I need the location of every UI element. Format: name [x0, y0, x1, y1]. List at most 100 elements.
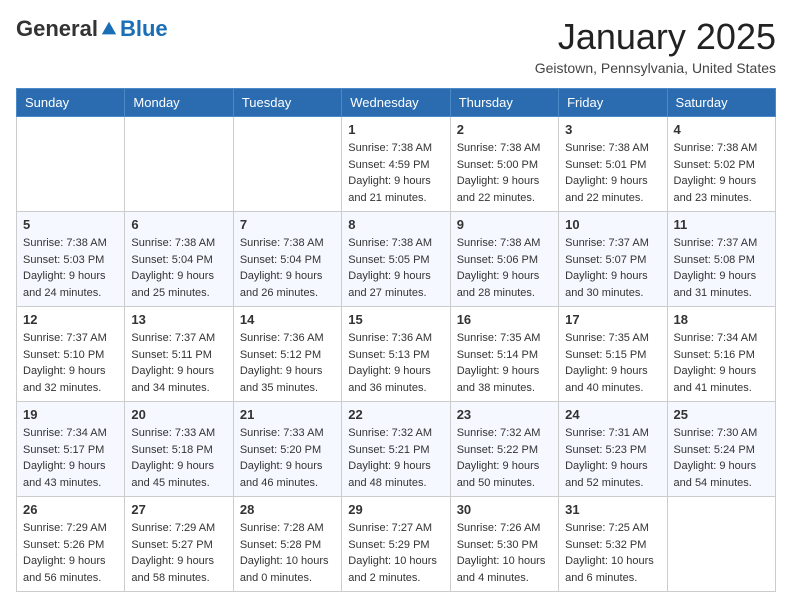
day-info: Sunrise: 7:38 AM Sunset: 5:03 PM Dayligh… [23, 235, 118, 301]
day-info: Sunrise: 7:38 AM Sunset: 4:59 PM Dayligh… [348, 140, 443, 206]
calendar-cell: 23 Sunrise: 7:32 AM Sunset: 5:22 PM Dayli… [450, 402, 558, 497]
day-info: Sunrise: 7:32 AM Sunset: 5:22 PM Dayligh… [457, 425, 552, 491]
day-number: 29 [348, 502, 443, 517]
day-number: 1 [348, 122, 443, 137]
calendar-cell: 21 Sunrise: 7:33 AM Sunset: 5:20 PM Dayli… [233, 402, 341, 497]
calendar-cell: 13 Sunrise: 7:37 AM Sunset: 5:11 PM Dayli… [125, 307, 233, 402]
weekday-header-wednesday: Wednesday [342, 89, 450, 117]
calendar-cell: 27Sunrise: 7:29 AM Sunset: 5:27 PM Dayli… [125, 497, 233, 592]
day-info: Sunrise: 7:36 AM Sunset: 5:12 PM Dayligh… [240, 330, 335, 396]
calendar-cell: 10 Sunrise: 7:37 AM Sunset: 5:07 PM Dayli… [559, 212, 667, 307]
calendar-cell: 29 Sunrise: 7:27 AM Sunset: 5:29 PM Dayli… [342, 497, 450, 592]
calendar-cell [125, 117, 233, 212]
logo-icon [100, 20, 118, 38]
day-info: Sunrise: 7:35 AM Sunset: 5:14 PM Dayligh… [457, 330, 552, 396]
day-info: Sunrise: 7:37 AM Sunset: 5:11 PM Dayligh… [131, 330, 226, 396]
day-info: Sunrise: 7:31 AM Sunset: 5:23 PM Dayligh… [565, 425, 660, 491]
calendar-cell: 17Sunrise: 7:35 AM Sunset: 5:15 PM Dayli… [559, 307, 667, 402]
calendar-cell: 11 Sunrise: 7:37 AM Sunset: 5:08 PM Dayli… [667, 212, 775, 307]
calendar-cell [667, 497, 775, 592]
day-number: 26 [23, 502, 118, 517]
day-number: 31 [565, 502, 660, 517]
day-number: 19 [23, 407, 118, 422]
day-info: Sunrise: 7:28 AM Sunset: 5:28 PM Dayligh… [240, 520, 335, 586]
day-number: 25 [674, 407, 769, 422]
day-info: Sunrise: 7:37 AM Sunset: 5:08 PM Dayligh… [674, 235, 769, 301]
day-info: Sunrise: 7:29 AM Sunset: 5:26 PM Dayligh… [23, 520, 118, 586]
calendar-week-row: 19 Sunrise: 7:34 AM Sunset: 5:17 PM Dayli… [17, 402, 776, 497]
day-info: Sunrise: 7:25 AM Sunset: 5:32 PM Dayligh… [565, 520, 660, 586]
day-info: Sunrise: 7:30 AM Sunset: 5:24 PM Dayligh… [674, 425, 769, 491]
day-number: 17 [565, 312, 660, 327]
calendar-cell: 9 Sunrise: 7:38 AM Sunset: 5:06 PM Daylig… [450, 212, 558, 307]
calendar-cell: 19 Sunrise: 7:34 AM Sunset: 5:17 PM Dayli… [17, 402, 125, 497]
calendar-cell: 7 Sunrise: 7:38 AM Sunset: 5:04 PM Daylig… [233, 212, 341, 307]
day-info: Sunrise: 7:38 AM Sunset: 5:04 PM Dayligh… [240, 235, 335, 301]
day-number: 22 [348, 407, 443, 422]
day-number: 7 [240, 217, 335, 232]
weekday-header-row: SundayMondayTuesdayWednesdayThursdayFrid… [17, 89, 776, 117]
day-number: 30 [457, 502, 552, 517]
day-info: Sunrise: 7:33 AM Sunset: 5:20 PM Dayligh… [240, 425, 335, 491]
location-title: Geistown, Pennsylvania, United States [535, 60, 776, 76]
calendar-cell: 5Sunrise: 7:38 AM Sunset: 5:03 PM Daylig… [17, 212, 125, 307]
calendar-cell: 31 Sunrise: 7:25 AM Sunset: 5:32 PM Dayli… [559, 497, 667, 592]
weekday-header-friday: Friday [559, 89, 667, 117]
weekday-header-monday: Monday [125, 89, 233, 117]
calendar-week-row: 5Sunrise: 7:38 AM Sunset: 5:03 PM Daylig… [17, 212, 776, 307]
title-block: January 2025 Geistown, Pennsylvania, Uni… [535, 16, 776, 76]
calendar-cell: 12 Sunrise: 7:37 AM Sunset: 5:10 PM Dayli… [17, 307, 125, 402]
calendar-cell: 3Sunrise: 7:38 AM Sunset: 5:01 PM Daylig… [559, 117, 667, 212]
calendar-cell: 28 Sunrise: 7:28 AM Sunset: 5:28 PM Dayli… [233, 497, 341, 592]
calendar-cell: 6Sunrise: 7:38 AM Sunset: 5:04 PM Daylig… [125, 212, 233, 307]
day-info: Sunrise: 7:27 AM Sunset: 5:29 PM Dayligh… [348, 520, 443, 586]
day-info: Sunrise: 7:29 AM Sunset: 5:27 PM Dayligh… [131, 520, 226, 586]
logo-text: General Blue [16, 16, 168, 42]
day-number: 15 [348, 312, 443, 327]
day-info: Sunrise: 7:38 AM Sunset: 5:05 PM Dayligh… [348, 235, 443, 301]
calendar-cell: 8Sunrise: 7:38 AM Sunset: 5:05 PM Daylig… [342, 212, 450, 307]
calendar-cell: 30 Sunrise: 7:26 AM Sunset: 5:30 PM Dayli… [450, 497, 558, 592]
calendar-cell: 1 Sunrise: 7:38 AM Sunset: 4:59 PM Daylig… [342, 117, 450, 212]
day-number: 23 [457, 407, 552, 422]
calendar-cell [233, 117, 341, 212]
calendar-cell: 22 Sunrise: 7:32 AM Sunset: 5:21 PM Dayli… [342, 402, 450, 497]
day-info: Sunrise: 7:33 AM Sunset: 5:18 PM Dayligh… [131, 425, 226, 491]
day-number: 14 [240, 312, 335, 327]
calendar-cell: 15 Sunrise: 7:36 AM Sunset: 5:13 PM Dayli… [342, 307, 450, 402]
day-number: 10 [565, 217, 660, 232]
weekday-header-sunday: Sunday [17, 89, 125, 117]
day-info: Sunrise: 7:38 AM Sunset: 5:00 PM Dayligh… [457, 140, 552, 206]
day-number: 24 [565, 407, 660, 422]
day-number: 20 [131, 407, 226, 422]
day-info: Sunrise: 7:34 AM Sunset: 5:17 PM Dayligh… [23, 425, 118, 491]
day-number: 21 [240, 407, 335, 422]
day-info: Sunrise: 7:26 AM Sunset: 5:30 PM Dayligh… [457, 520, 552, 586]
day-number: 9 [457, 217, 552, 232]
day-number: 28 [240, 502, 335, 517]
day-info: Sunrise: 7:37 AM Sunset: 5:07 PM Dayligh… [565, 235, 660, 301]
day-number: 11 [674, 217, 769, 232]
day-number: 4 [674, 122, 769, 137]
calendar-cell: 25 Sunrise: 7:30 AM Sunset: 5:24 PM Dayli… [667, 402, 775, 497]
day-info: Sunrise: 7:38 AM Sunset: 5:06 PM Dayligh… [457, 235, 552, 301]
calendar-week-row: 26 Sunrise: 7:29 AM Sunset: 5:26 PM Dayli… [17, 497, 776, 592]
day-info: Sunrise: 7:32 AM Sunset: 5:21 PM Dayligh… [348, 425, 443, 491]
day-info: Sunrise: 7:38 AM Sunset: 5:02 PM Dayligh… [674, 140, 769, 206]
calendar-week-row: 1 Sunrise: 7:38 AM Sunset: 4:59 PM Daylig… [17, 117, 776, 212]
calendar-cell: 14 Sunrise: 7:36 AM Sunset: 5:12 PM Dayli… [233, 307, 341, 402]
calendar-cell: 20 Sunrise: 7:33 AM Sunset: 5:18 PM Dayli… [125, 402, 233, 497]
day-number: 13 [131, 312, 226, 327]
calendar-cell: 26 Sunrise: 7:29 AM Sunset: 5:26 PM Dayli… [17, 497, 125, 592]
calendar-cell [17, 117, 125, 212]
day-info: Sunrise: 7:37 AM Sunset: 5:10 PM Dayligh… [23, 330, 118, 396]
day-info: Sunrise: 7:38 AM Sunset: 5:01 PM Dayligh… [565, 140, 660, 206]
calendar-cell: 2Sunrise: 7:38 AM Sunset: 5:00 PM Daylig… [450, 117, 558, 212]
calendar-cell: 4 Sunrise: 7:38 AM Sunset: 5:02 PM Daylig… [667, 117, 775, 212]
day-info: Sunrise: 7:34 AM Sunset: 5:16 PM Dayligh… [674, 330, 769, 396]
day-info: Sunrise: 7:36 AM Sunset: 5:13 PM Dayligh… [348, 330, 443, 396]
weekday-header-thursday: Thursday [450, 89, 558, 117]
calendar-cell: 18Sunrise: 7:34 AM Sunset: 5:16 PM Dayli… [667, 307, 775, 402]
day-number: 12 [23, 312, 118, 327]
weekday-header-saturday: Saturday [667, 89, 775, 117]
